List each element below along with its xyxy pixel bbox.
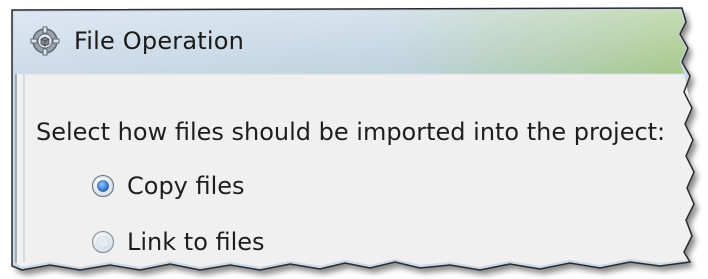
- window-title: File Operation: [74, 27, 245, 55]
- copy-files-label[interactable]: Copy files: [127, 172, 245, 200]
- link-to-files-radio[interactable]: [91, 230, 115, 254]
- gear-cube-icon: [30, 26, 60, 56]
- dialog-content: Select how files should be imported into…: [36, 112, 686, 256]
- copy-files-option[interactable]: Copy files: [91, 168, 245, 204]
- link-to-files-label[interactable]: Link to files: [127, 228, 265, 256]
- title-bar[interactable]: File Operation: [12, 8, 684, 74]
- screenshot-stage: File Operation Select how files should b…: [0, 0, 708, 279]
- import-prompt: Select how files should be imported into…: [36, 118, 666, 146]
- copy-files-radio[interactable]: [91, 174, 115, 198]
- link-to-files-option[interactable]: Link to files: [91, 224, 265, 260]
